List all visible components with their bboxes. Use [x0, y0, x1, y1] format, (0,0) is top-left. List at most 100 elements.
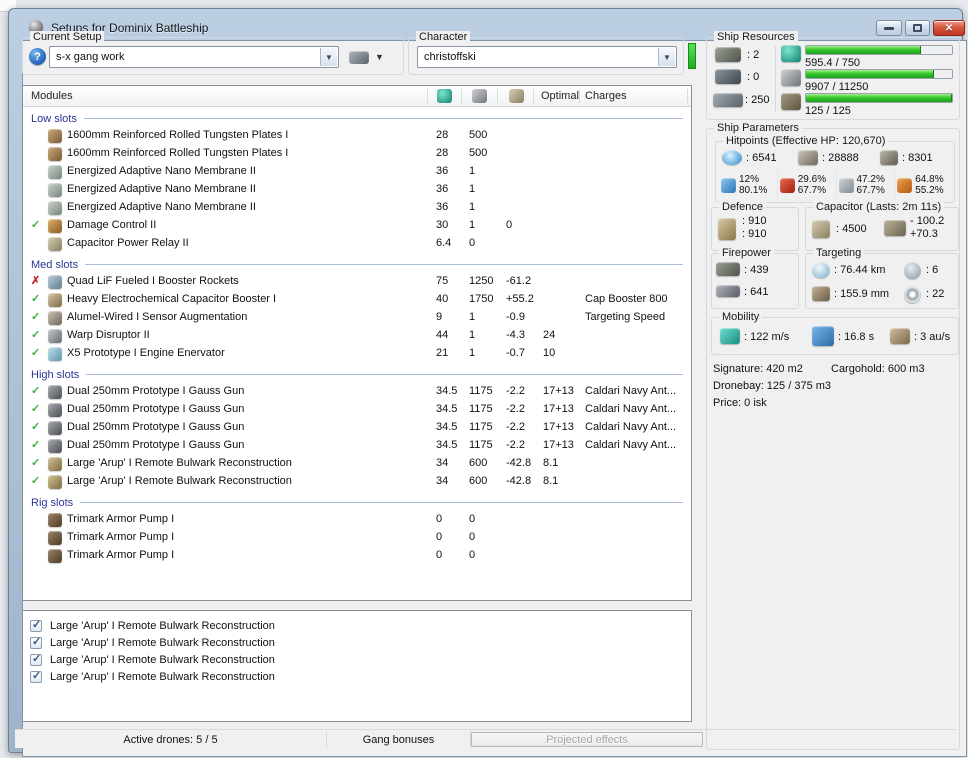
module-row[interactable]: ✓ Dual 250mm Prototype I Gauss Gun 34.5 117…	[23, 401, 691, 419]
optimal-column-header[interactable]: Optimal	[541, 90, 579, 102]
item-checkbox[interactable]: ✓	[30, 653, 42, 666]
cpu-value: 28	[436, 129, 449, 141]
explosive-resist-icon	[897, 177, 913, 193]
capacitor-peak-in: +70.3	[910, 228, 938, 240]
mobility-title: Mobility	[719, 311, 763, 323]
powergrid-icon	[781, 69, 801, 86]
cpu-value: 34	[436, 475, 449, 487]
optimal-value: 8.1	[543, 457, 559, 469]
nano-membrane-icon	[48, 183, 62, 197]
gauss-gun-icon	[48, 385, 62, 399]
projected-effects-button[interactable]: Projected effects	[471, 732, 703, 747]
launcher-hardpoints-icon	[715, 69, 741, 84]
dps-value: : 641	[744, 286, 769, 298]
module-row[interactable]: ✓ Heavy Electrochemical Capacitor Booster…	[23, 291, 691, 309]
drone-list-item[interactable]: ✓ Large 'Arup' I Remote Bulwark Reconstru…	[23, 668, 691, 685]
module-name: Trimark Armor Pump I	[67, 549, 175, 561]
optimal-value: 10	[543, 347, 556, 359]
current-setup-label: Current Setup	[30, 31, 105, 43]
resist-armor-value: 80.1%	[739, 185, 768, 196]
titlebar[interactable]: Setups for Dominix Battleship ✕	[21, 20, 968, 38]
module-row[interactable]: ✓ Warp Disruptor II 44 1 -4.3 24	[23, 327, 691, 345]
item-checkbox[interactable]: ✓	[30, 670, 42, 683]
fitted-ok-icon: ✓	[31, 439, 41, 451]
module-row[interactable]: Capacitor Power Relay II 6.4 0	[23, 235, 691, 253]
optimal-value: 8.1	[543, 475, 559, 487]
capacitor-value: -61.2	[506, 275, 532, 287]
drone-list-item[interactable]: ✓ Large 'Arup' I Remote Bulwark Reconstru…	[23, 634, 691, 651]
module-row[interactable]: ✓ Large 'Arup' I Remote Bulwark Reconstru…	[23, 455, 691, 473]
character-combobox[interactable]: christoffski ▼	[417, 46, 677, 68]
module-row[interactable]: ✓ X5 Prototype I Engine Enervator 21 1 -0.7 1…	[23, 345, 691, 363]
module-name: Dual 250mm Prototype I Gauss Gun	[67, 439, 245, 451]
module-row[interactable]: ✓ Alumel-Wired I Sensor Augmentation 9 1 -0.…	[23, 309, 691, 327]
hitpoints-title: Hitpoints (Effective HP: 120,670)	[723, 135, 889, 147]
warp-speed-icon	[890, 328, 910, 344]
resist-shield-value: 64.8%	[915, 174, 944, 185]
item-checkbox[interactable]: ✓	[30, 636, 42, 649]
powergrid-value: 1	[469, 201, 476, 213]
module-row[interactable]: Energized Adaptive Nano Membrane II 36 1	[23, 199, 691, 217]
minimize-button[interactable]	[876, 20, 902, 36]
maximize-button[interactable]	[905, 20, 930, 36]
modules-table-header[interactable]: Modules Optimal Charges	[23, 86, 691, 107]
cpu-value: 0	[436, 531, 443, 543]
module-row[interactable]: Trimark Armor Pump I 0 0	[23, 529, 691, 547]
powergrid-value: 600	[469, 457, 488, 469]
module-name: Alumel-Wired I Sensor Augmentation	[67, 311, 248, 323]
item-checkbox[interactable]: ✓	[30, 619, 42, 632]
setup-tools-button[interactable]: ▼	[349, 47, 397, 67]
capacitor-value: -2.2	[506, 385, 525, 397]
optimal-value: 17+13	[543, 421, 574, 433]
armor-hp-value: : 28888	[822, 152, 859, 164]
max-targets-value: : 6	[926, 264, 939, 276]
damage-control-icon	[48, 219, 62, 233]
structure-hp-icon	[880, 150, 898, 165]
module-row[interactable]: Trimark Armor Pump I 0 0	[23, 511, 691, 529]
module-name: Energized Adaptive Nano Membrane II	[67, 201, 256, 213]
capacitor-value: -0.9	[506, 311, 525, 323]
module-row[interactable]: ✓ Large 'Arup' I Remote Bulwark Reconstru…	[23, 473, 691, 491]
character-group: Character christoffski ▼	[408, 31, 684, 75]
module-row[interactable]: ✓ Dual 250mm Prototype I Gauss Gun 34.5 117…	[23, 419, 691, 437]
armor-rig-icon	[48, 531, 62, 545]
module-row[interactable]: ✓ Dual 250mm Prototype I Gauss Gun 34.5 117…	[23, 383, 691, 401]
setup-combobox[interactable]: s-x gang work ▼	[49, 46, 339, 68]
gang-bonuses-cell[interactable]: Gang bonuses	[327, 731, 471, 748]
module-row[interactable]: ✓ Damage Control II 30 1 0	[23, 217, 691, 235]
capacitor-value: -42.8	[506, 457, 532, 469]
powergrid-value: 9907 / 11250	[805, 81, 869, 93]
setup-dropdown-button[interactable]: ▼	[320, 48, 337, 66]
module-name: Capacitor Power Relay II	[67, 237, 189, 249]
module-row[interactable]: 1600mm Reinforced Rolled Tungsten Plates…	[23, 145, 691, 163]
charges-column-header[interactable]: Charges	[585, 90, 627, 102]
module-row[interactable]: Energized Adaptive Nano Membrane II 36 1	[23, 163, 691, 181]
drone-list-item[interactable]: ✓ Large 'Arup' I Remote Bulwark Reconstru…	[23, 651, 691, 668]
cpu-value: 36	[436, 183, 449, 195]
module-row[interactable]: Trimark Armor Pump I 0 0	[23, 547, 691, 565]
fitted-ok-icon: ✓	[31, 347, 41, 359]
powergrid-value: 1	[469, 165, 476, 177]
character-dropdown-button[interactable]: ▼	[658, 48, 675, 66]
targeting-title: Targeting	[813, 247, 865, 259]
close-button[interactable]: ✕	[933, 20, 965, 36]
setup-value: s-x gang work	[56, 51, 125, 63]
calibration-value: : 250	[745, 94, 770, 106]
module-row[interactable]: 1600mm Reinforced Rolled Tungsten Plates…	[23, 127, 691, 145]
defence-group: Defence : 910 : 910	[711, 201, 799, 251]
current-setup-group: Current Setup ? s-x gang work ▼ ▼	[22, 31, 404, 75]
module-row[interactable]: ✗ Quad LiF Fueled I Booster Rockets 75 1250…	[23, 273, 691, 291]
modules-column-header[interactable]: Modules	[31, 90, 73, 102]
module-row[interactable]: ✓ Dual 250mm Prototype I Gauss Gun 34.5 117…	[23, 437, 691, 455]
powergrid-value: 0	[469, 237, 476, 249]
module-row[interactable]: Energized Adaptive Nano Membrane II 36 1	[23, 181, 691, 199]
drone-list-item[interactable]: ✓ Large 'Arup' I Remote Bulwark Reconstru…	[23, 617, 691, 634]
signature-value: Signature: 420 m2	[713, 363, 803, 375]
module-name: Trimark Armor Pump I	[67, 531, 175, 543]
help-button[interactable]: ?	[29, 48, 46, 65]
capacitor-group: Capacitor (Lasts: 2m 11s) : 4500 - 100.2…	[805, 201, 959, 251]
thermal-resist-icon	[779, 177, 795, 193]
section-label: Med slots	[31, 258, 79, 271]
drone-bandwidth-value: 125 / 125	[805, 105, 851, 117]
module-name: Large 'Arup' I Remote Bulwark Reconstruc…	[67, 475, 292, 487]
